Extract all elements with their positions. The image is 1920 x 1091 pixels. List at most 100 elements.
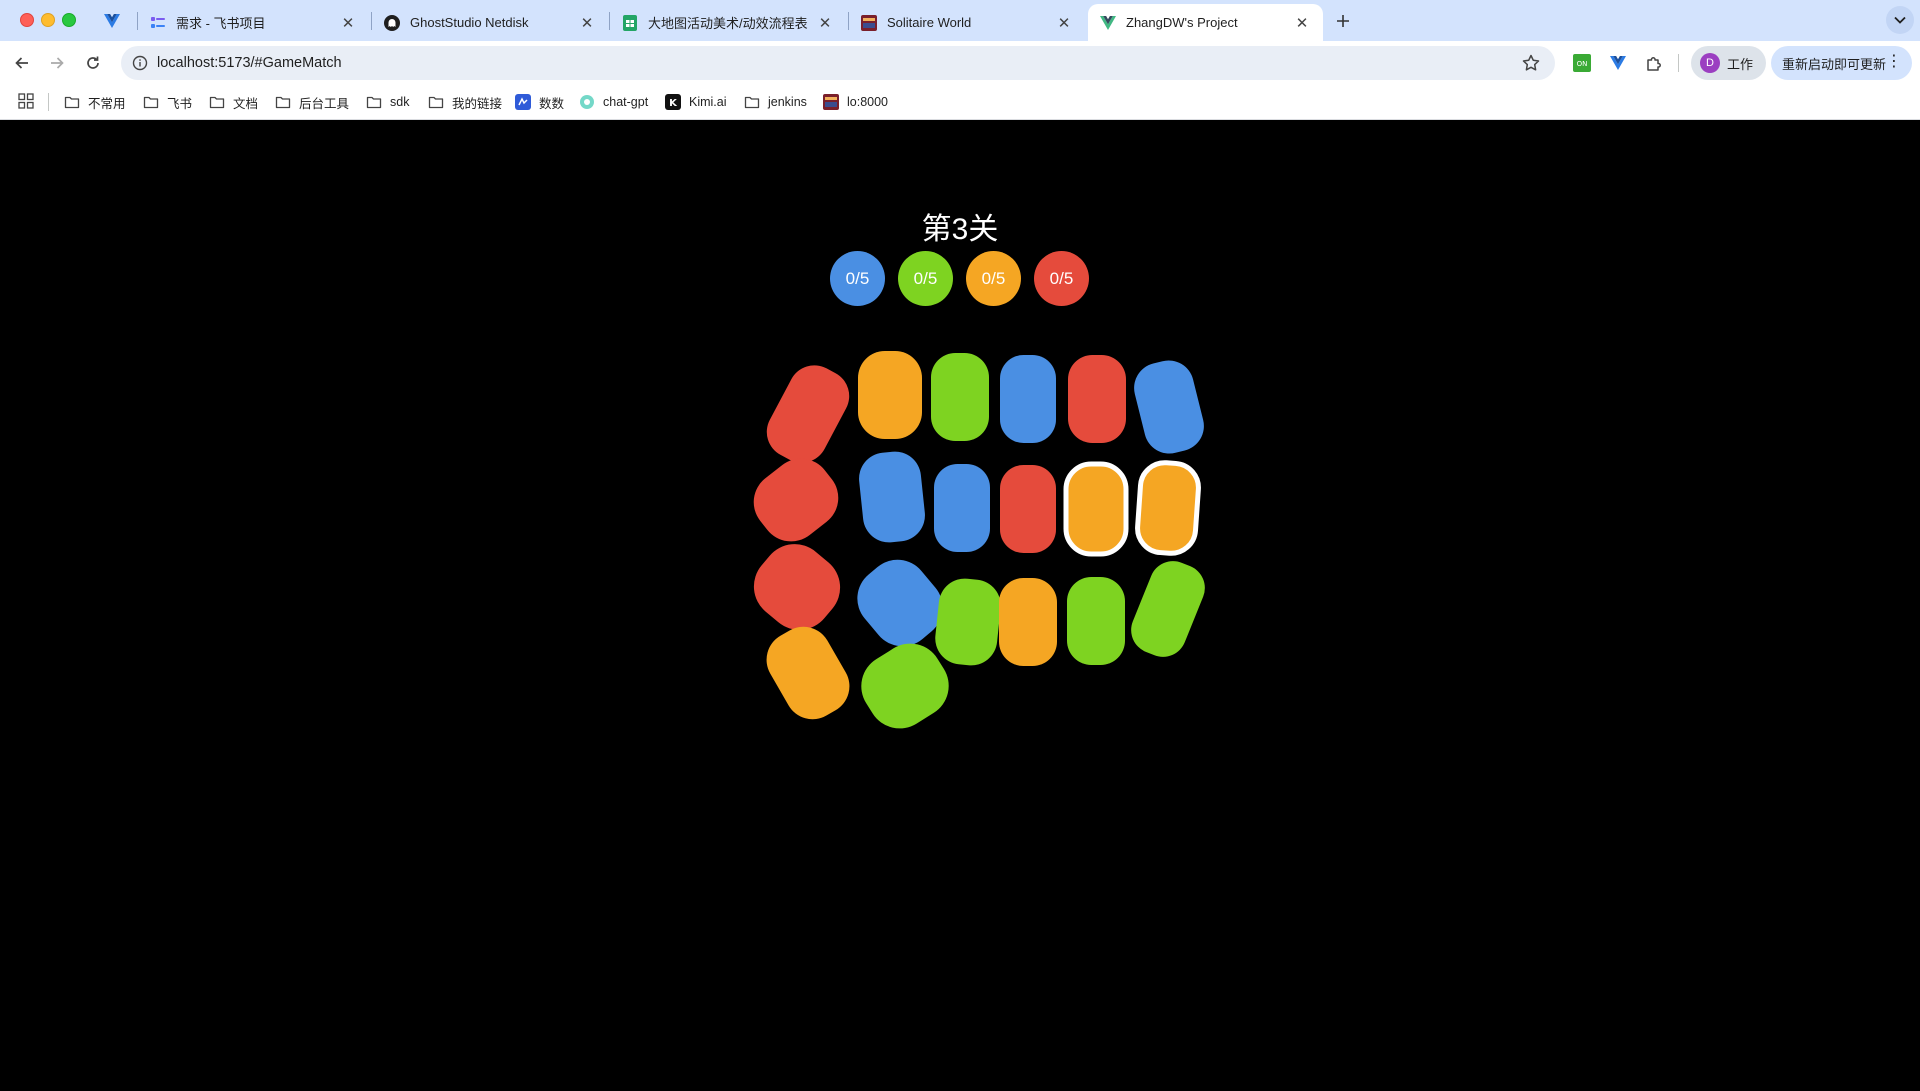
piece-red[interactable] [741,531,854,643]
folder-icon [744,94,760,110]
extension-on-icon: ON [1573,54,1591,72]
game-match-canvas: 第3关 0/5 0/5 0/5 0/5 [0,121,1920,1091]
toolbar-separator [1678,54,1679,72]
close-window-button[interactable] [20,13,34,27]
piece-blue[interactable] [1000,355,1056,443]
bookmark-label: Kimi.ai [689,95,727,109]
avatar: D [1700,53,1720,73]
svg-text:K: K [669,98,678,109]
game-icon [823,94,839,110]
close-icon[interactable]: ✕ [578,14,596,32]
puzzle-icon [1647,57,1661,71]
folder-icon [275,94,291,110]
piece-orange[interactable] [756,617,859,730]
piece-orange-selected[interactable] [1135,460,1201,556]
folder-icon [209,94,225,110]
kimi-icon: K [665,94,681,110]
folder-icon [64,94,80,110]
reload-icon [87,56,99,69]
close-icon[interactable]: ✕ [816,14,834,32]
tab-title: Solitaire World [887,15,972,30]
minimize-window-button[interactable] [41,13,55,27]
bookmark-4[interactable]: sdk [366,92,409,112]
bookmark-label: 数数 [539,96,565,111]
piece-orange[interactable] [999,578,1057,666]
url-text[interactable]: localhost:5173/#GameMatch [157,55,342,71]
tab-strip: 需求 - 飞书项目 ✕ GhostStudio Netdisk ✕ 大地图活动美… [0,0,1920,41]
address-bar[interactable]: localhost:5173/#GameMatch [121,46,1555,80]
piece-red[interactable] [742,446,851,553]
piece-blue[interactable] [934,464,990,552]
extensions-button[interactable] [1644,53,1664,73]
bookmark-7[interactable]: chat-gpt [579,92,648,112]
bookmark-star-icon[interactable] [1521,53,1541,73]
bookmark-label: jenkins [768,95,807,109]
close-icon[interactable]: ✕ [1055,14,1073,32]
tab-ghoststudio[interactable]: GhostStudio Netdisk ✕ [372,4,608,41]
plus-icon [1337,15,1349,27]
more-vert-icon[interactable]: ⋮ [1886,54,1902,70]
browser-toolbar: localhost:5173/#GameMatch ON D 工作 重新启动即可… [0,41,1920,84]
extension-on-button[interactable]: ON [1572,53,1592,73]
svg-text:ON: ON [1577,60,1588,68]
vue-icon [104,14,120,28]
bookmark-0[interactable]: 不常用 [64,92,126,112]
update-button[interactable]: 重新启动即可更新 ⋮ [1771,46,1912,80]
profile-label: 工作 [1727,56,1754,72]
bookmark-9[interactable]: jenkins [744,92,807,112]
bookmark-label: 文档 [233,96,259,111]
bookmark-3[interactable]: 后台工具 [275,92,349,112]
apps-grid-icon[interactable] [18,93,34,109]
piece-green[interactable] [931,353,989,441]
folder-icon [366,94,382,110]
chatgpt-icon [579,94,595,110]
bookmarks-bar: 不常用 飞书 文档 后台工具 sdk 我的链接 数数 chat-gpt K Kimi.ai jenk… [0,84,1920,120]
reload-button[interactable] [79,49,107,77]
piece-board [741,351,1212,730]
piece-green[interactable] [1067,577,1125,665]
info-icon[interactable] [132,55,148,71]
bookmark-2[interactable]: 文档 [209,92,258,112]
bookmark-1[interactable]: 飞书 [143,92,192,112]
folder-icon [428,94,444,110]
close-icon[interactable]: ✕ [1293,14,1311,32]
tab-solitaire[interactable]: Solitaire World ✕ [849,4,1085,41]
tab-search-button[interactable] [1886,6,1914,34]
maximize-window-button[interactable] [62,13,76,27]
bookmark-6[interactable]: 数数 [515,92,564,112]
arrow-right-icon [51,57,64,69]
tab-feishu[interactable]: 需求 - 飞书项目 ✕ [138,4,369,41]
piece-green[interactable] [933,576,1004,668]
extension-vue-button[interactable] [1608,53,1628,73]
tab-title: 大地图活动美术/动效流程表 - G [648,16,808,31]
bookmark-10[interactable]: lo:8000 [823,92,888,112]
bookmark-5[interactable]: 我的链接 [428,92,502,112]
back-button[interactable] [8,49,36,77]
shushu-icon [515,94,531,110]
piece-orange-selected[interactable] [1063,461,1129,557]
piece-orange[interactable] [858,351,922,439]
tab-zhangdw-project[interactable]: ZhangDW's Project ✕ [1088,4,1323,41]
forward-button[interactable] [43,49,71,77]
piece-green[interactable] [1124,554,1212,664]
chevron-down-icon [1894,16,1906,24]
piece-blue[interactable] [856,449,927,545]
bookmark-label: 不常用 [88,96,126,111]
ghost-icon [384,14,400,31]
solitaire-icon [861,14,877,31]
new-tab-button[interactable] [1330,8,1356,34]
piece-blue[interactable] [1129,355,1209,459]
vue-devtools-icon [1610,56,1626,70]
tab-sheet[interactable]: 大地图活动美术/动效流程表 - G ✕ [610,4,846,41]
google-sheets-icon [622,14,638,31]
profile-button[interactable]: D 工作 [1691,46,1766,80]
piece-red[interactable] [758,356,859,472]
piece-red[interactable] [1068,355,1126,443]
feishu-project-icon [150,15,166,31]
tab-title: ZhangDW's Project [1126,15,1238,30]
piece-red[interactable] [1000,465,1056,553]
bookmark-8[interactable]: K Kimi.ai [665,92,727,112]
folder-icon [143,94,159,110]
pinned-tab-vue[interactable] [100,9,124,33]
close-icon[interactable]: ✕ [339,14,357,32]
